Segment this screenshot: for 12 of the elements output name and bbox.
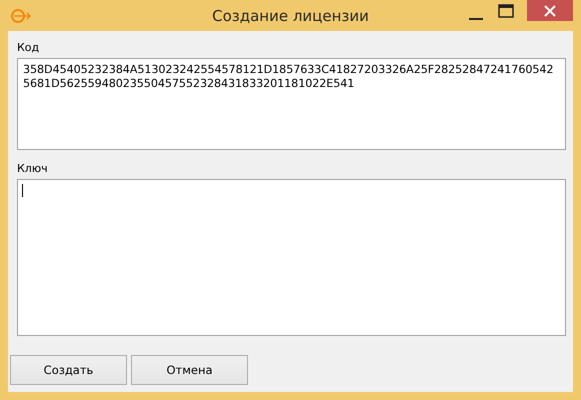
maximize-icon <box>498 4 514 18</box>
field-label: Ключ <box>17 162 48 175</box>
code-field[interactable]: 358D45405232384A513023242554578121D1857633C41827203326A25F282528472417605425681D56255948023550457552328431833201181022E541 <box>17 58 566 150</box>
minimize-icon <box>469 18 483 20</box>
close-icon <box>544 4 556 16</box>
close-button[interactable] <box>527 0 573 21</box>
field-label: Код <box>17 41 40 54</box>
app-logo-icon <box>10 8 32 24</box>
key-field[interactable] <box>17 179 566 336</box>
dialog-button[interactable]: Создать <box>10 355 127 385</box>
window-title: Создание лицензии <box>212 6 369 24</box>
dialog-button[interactable]: Отмена <box>131 355 248 385</box>
